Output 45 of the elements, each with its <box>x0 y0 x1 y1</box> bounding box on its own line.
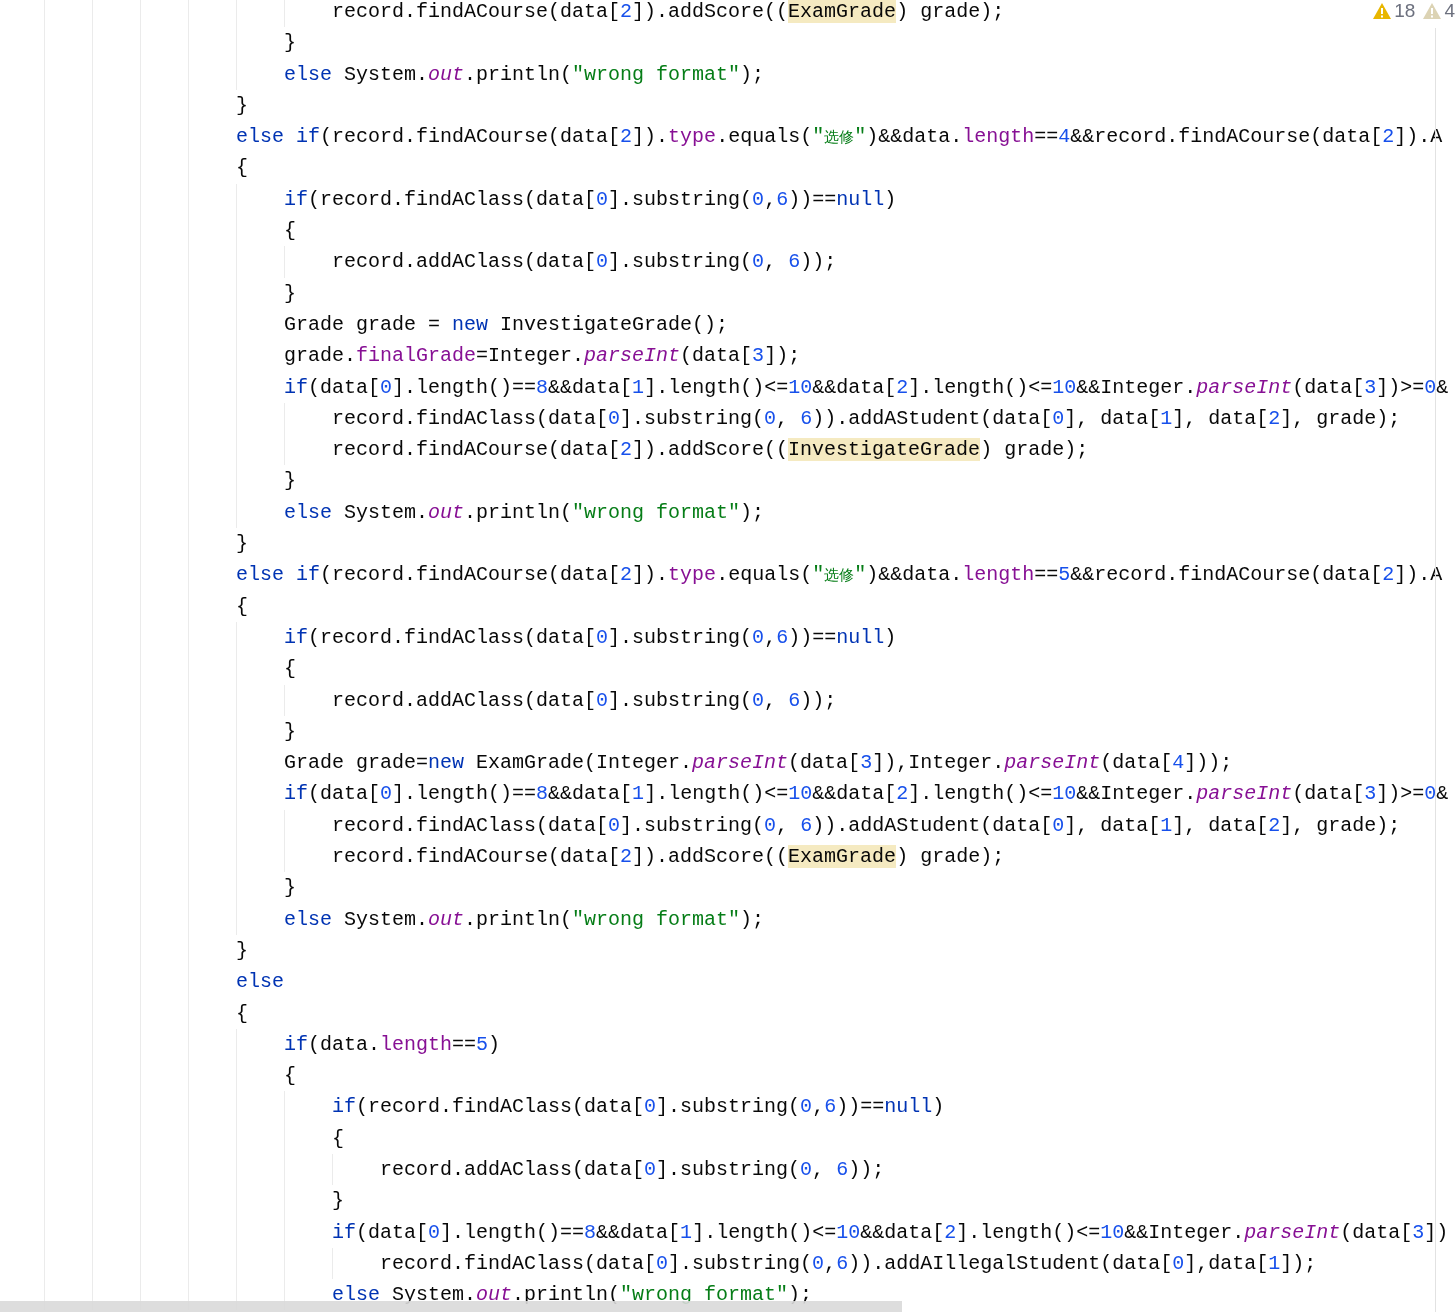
code-line: } <box>44 465 296 497</box>
code-line: record.addAClass(data[0].substring(0, 6)); <box>44 684 837 716</box>
code-line: Grade grade = new InvestigateGrade(); <box>44 308 729 341</box>
code-line: { <box>44 997 248 1029</box>
code-line: record.findACourse(data[2]).addScore((ExamGrade) grade); <box>44 0 1005 28</box>
warning-icon <box>1423 3 1442 19</box>
code-line: else System.out.println("wrong format"); <box>44 58 765 90</box>
warning-count[interactable]: 18 <box>1394 0 1416 26</box>
code-line: else <box>44 966 284 998</box>
code-line: } <box>44 872 296 904</box>
code-line: } <box>44 528 248 560</box>
code-line: else if(record.findACourse(data[2]).type.equals("选修")&&data.length==5&&record.findACourse(data[2]).A <box>44 559 1443 591</box>
code-line: } <box>44 1185 344 1217</box>
code-line: record.findAClass(data[0].substring(0,6)).addAIllegalStudent(data[0],data[1]); <box>44 1247 1317 1280</box>
code-line: else if(record.findACourse(data[2]).type.equals("选修")&&data.length==4&&record.findACourse(data[2]).A <box>44 121 1443 153</box>
code-line: record.findACourse(data[2]).addScore((ExamGrade) grade); <box>44 841 1005 873</box>
code-line: record.addAClass(data[0].substring(0, 6)); <box>44 246 837 278</box>
code-line: if(data[0].length()==8&&data[1].length()<=10&&data[2].length()<=10&&Integer.parseInt(data[3])>=0& <box>44 778 1449 810</box>
code-line: { <box>44 1122 344 1154</box>
code-line: { <box>44 152 248 184</box>
code-line: if(data[0].length()==8&&data[1].length()<=10&&data[2].length()<=10&&Integer.parseInt(data[3])>=0& <box>44 371 1449 403</box>
code-line: { <box>44 1060 296 1092</box>
code-line: { <box>44 215 296 247</box>
code-line: if(record.findAClass(data[0].substring(0,6))==null) <box>44 621 897 654</box>
warning-icon <box>1373 3 1392 19</box>
code-line: } <box>44 89 248 122</box>
warning-count[interactable]: 4 <box>1444 0 1455 26</box>
code-line: if(data[0].length()==8&&data[1].length()<=10&&data[2].length()<=10&&Integer.parseInt(data[3]) <box>44 1216 1449 1248</box>
code-line: { <box>44 653 296 685</box>
code-line: record.addAClass(data[0].substring(0, 6)); <box>44 1154 885 1186</box>
code-line: grade.finalGrade=Integer.parseInt(data[3]); <box>44 340 801 372</box>
code-line: record.findACourse(data[2]).addScore((InvestigateGrade) grade); <box>44 434 1089 466</box>
code-line: if(data.length==5) <box>44 1028 501 1061</box>
code-line: record.findAClass(data[0].substring(0, 6)).addAStudent(data[0], data[1], data[2], grade); <box>44 402 1401 435</box>
code-line: } <box>44 934 248 967</box>
code-line: else System.out.println("wrong format"); <box>44 496 765 529</box>
code-line: Grade grade=new ExamGrade(Integer.parseInt(data[3]),Integer.parseInt(data[4])); <box>44 747 1233 779</box>
code-line: else System.out.println("wrong format"); <box>44 903 765 935</box>
code-line: } <box>44 277 296 309</box>
code-line: if(record.findAClass(data[0].substring(0,6))==null) <box>44 183 897 216</box>
code-line: } <box>44 27 296 59</box>
code-line: { <box>44 590 248 622</box>
code-line: record.findAClass(data[0].substring(0, 6)).addAStudent(data[0], data[1], data[2], grade); <box>44 809 1401 841</box>
code-line: if(record.findAClass(data[0].substring(0,6))==null) <box>44 1091 945 1123</box>
code-line: } <box>44 715 296 748</box>
